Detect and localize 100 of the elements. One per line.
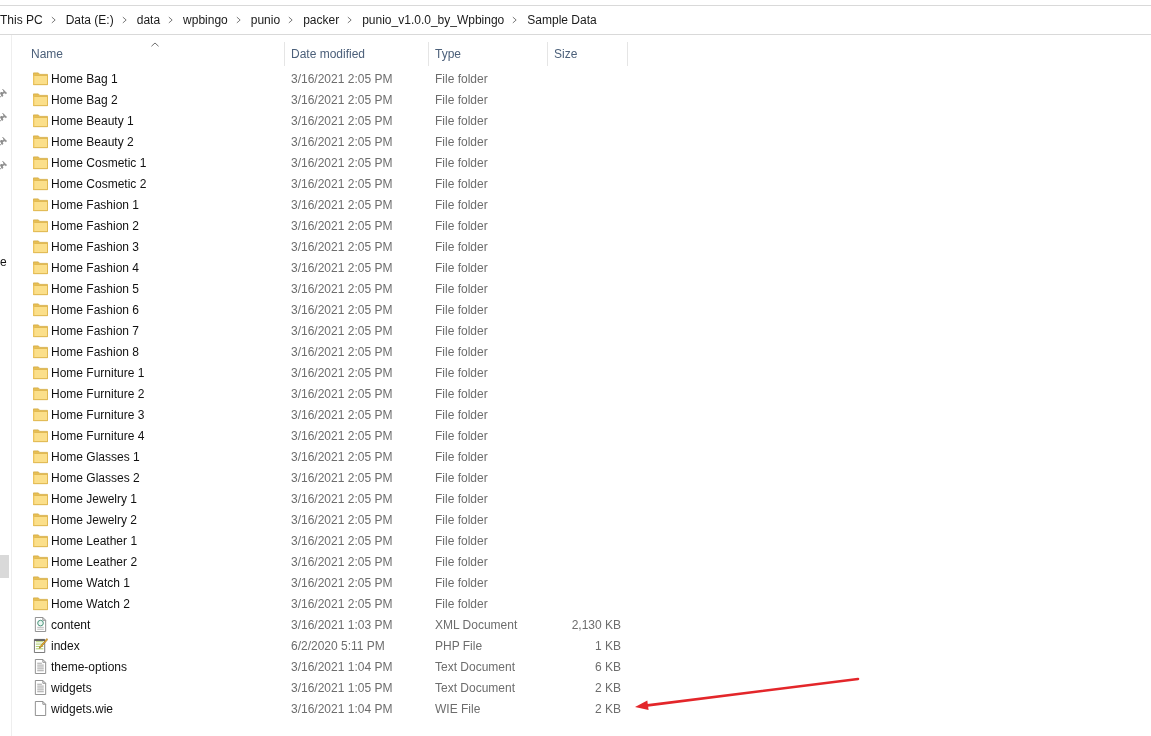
file-name[interactable]: Home Furniture 4 [51,428,145,443]
file-name[interactable]: Home Fashion 8 [51,344,140,359]
breadcrumb-item[interactable]: wpbingo [183,12,228,28]
file-name[interactable]: Home Fashion 7 [51,323,140,338]
type-cell-text: File folder [434,113,488,128]
type-cell-text: Text Document [434,659,516,674]
file-name[interactable]: theme-options [51,659,128,674]
type-cell-text: File folder [434,428,488,443]
folder-icon [33,533,48,548]
chevron-right-icon[interactable] [512,16,518,24]
date-modified-cell-text: 3/16/2021 2:05 PM [290,554,393,569]
file-name[interactable]: widgets.wie [51,701,114,716]
type-cell-text: File folder [434,155,488,170]
date-modified-cell-text: 3/16/2021 2:05 PM [290,239,393,254]
file-name[interactable]: Home Jewelry 1 [51,491,138,506]
folder-icon [33,323,48,338]
notepad-pencil-icon [33,638,48,653]
date-modified-cell-text: 3/16/2021 2:05 PM [290,449,393,464]
file-name[interactable]: Home Furniture 3 [51,407,145,422]
folder-icon [33,197,48,212]
folder-icon [33,281,48,296]
file-name[interactable]: Home Cosmetic 2 [51,176,147,191]
breadcrumb-item[interactable]: data [136,12,161,28]
type-cell-text: File folder [434,512,488,527]
file-name[interactable]: Home Beauty 2 [51,134,134,149]
file-name[interactable]: Home Beauty 1 [51,113,134,128]
type-cell-text: File folder [434,575,488,590]
chevron-right-icon[interactable] [50,16,56,24]
address-bar[interactable]: This PC Data (E:) data wpbingo punio packer punio_v1.0.0_by_Wpbingo Sample Data [0,5,1151,35]
text-document-icon [33,659,48,674]
size-cell: 1 KB [595,638,621,653]
date-modified-cell-text: 3/16/2021 2:05 PM [290,596,393,611]
folder-icon [33,596,48,611]
file-name[interactable]: Home Glasses 2 [51,470,140,485]
file-name[interactable]: Home Bag 2 [51,92,118,107]
file-name[interactable]: Home Fashion 6 [51,302,140,317]
folder-icon [33,554,48,569]
column-header[interactable]: Size [548,42,628,66]
file-name[interactable]: Home Watch 2 [51,596,130,611]
date-modified-cell-text: 3/16/2021 2:05 PM [290,575,393,590]
size-cell: 2,130 KB [571,617,621,632]
type-cell-text: File folder [434,239,488,254]
type-cell-text: WIE File [434,701,481,716]
breadcrumb-item[interactable]: Data (E:) [65,12,114,28]
file-name[interactable]: Home Fashion 4 [51,260,140,275]
folder-icon [33,407,48,422]
breadcrumb-item[interactable]: punio [250,12,281,28]
chevron-right-icon[interactable] [288,16,294,24]
chevron-right-icon[interactable] [121,16,127,24]
type-cell-text: File folder [434,176,488,191]
breadcrumb-item[interactable]: Sample Data [527,12,597,28]
file-name[interactable]: widgets [51,680,92,695]
size-cell: 2 KB [595,680,621,695]
date-modified-cell-text: 3/16/2021 2:05 PM [290,365,393,380]
date-modified-cell-text: 3/16/2021 2:05 PM [290,428,393,443]
type-cell-text: File folder [434,260,488,275]
sidebar-label[interactable]: e [0,255,7,269]
type-cell-text: File folder [434,491,488,506]
type-cell-text: File folder [434,71,488,86]
file-name[interactable]: Home Leather 2 [51,554,138,569]
file-name[interactable]: Home Cosmetic 1 [51,155,147,170]
date-modified-cell-text: 3/16/2021 1:04 PM [290,659,393,674]
type-cell-text: File folder [434,554,488,569]
column-header[interactable]: Name [25,42,285,66]
breadcrumb-item[interactable]: packer [303,12,340,28]
file-name[interactable]: Home Glasses 1 [51,449,140,464]
file-name[interactable]: index [51,638,80,653]
date-modified-cell-text: 3/16/2021 2:05 PM [290,113,393,128]
file-name[interactable]: Home Fashion 5 [51,281,140,296]
column-header[interactable]: Type [429,42,548,66]
file-name[interactable]: Home Jewelry 2 [51,512,138,527]
column-header[interactable]: Date modified [285,42,429,66]
chevron-right-icon[interactable] [168,16,174,24]
type-cell-text: File folder [434,365,488,380]
date-modified-cell-text: 3/16/2021 2:05 PM [290,176,393,191]
date-modified-cell-text: 3/16/2021 2:05 PM [290,197,393,212]
file-name[interactable]: content [51,617,91,632]
chevron-right-icon[interactable] [347,16,353,24]
file-name[interactable]: Home Fashion 2 [51,218,140,233]
date-modified-cell-text: 3/16/2021 1:03 PM [290,617,393,632]
breadcrumb-item[interactable]: This PC [0,12,43,28]
folder-icon [33,428,48,443]
folder-icon [33,113,48,128]
date-modified-cell-text: 3/16/2021 1:04 PM [290,701,393,716]
file-name[interactable]: Home Furniture 1 [51,365,145,380]
type-cell-text: File folder [434,533,488,548]
date-modified-cell-text: 6/2/2020 5:11 PM [290,638,385,653]
type-cell-text: File folder [434,470,488,485]
file-name[interactable]: Home Furniture 2 [51,386,145,401]
file-name[interactable]: Home Fashion 3 [51,239,140,254]
file-name[interactable]: Home Fashion 1 [51,197,140,212]
file-name[interactable]: Home Watch 1 [51,575,130,590]
date-modified-cell-text: 3/16/2021 2:05 PM [290,155,393,170]
file-name[interactable]: Home Bag 1 [51,71,118,86]
chevron-right-icon[interactable] [235,16,241,24]
breadcrumb-item[interactable]: punio_v1.0.0_by_Wpbingo [362,12,505,28]
type-cell-text: Text Document [434,680,516,695]
folder-icon [33,344,48,359]
file-name[interactable]: Home Leather 1 [51,533,138,548]
date-modified-cell-text: 3/16/2021 2:05 PM [290,386,393,401]
